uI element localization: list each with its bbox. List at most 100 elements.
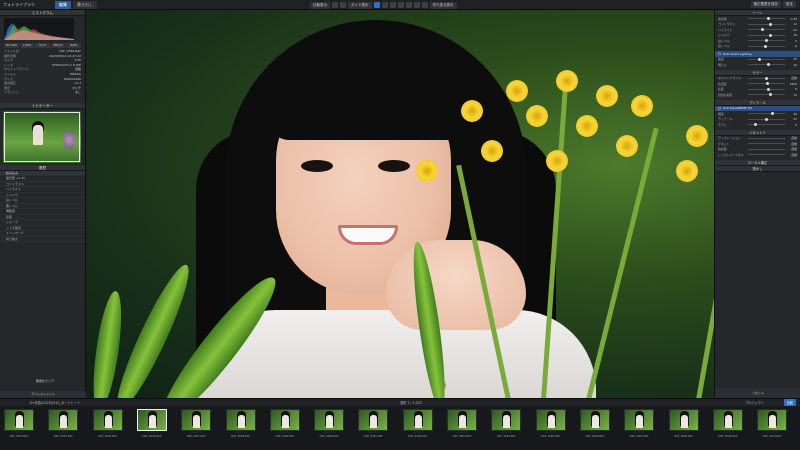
slider-track[interactable] [748,33,785,37]
filmstrip-thumbnail[interactable]: ☆☆☆☆☆ DSF_4555.RAF [92,409,123,443]
slider-handle[interactable] [766,63,770,67]
thumbnail-image[interactable] [48,409,79,431]
slider-value[interactable]: 自動 [787,147,797,151]
repair-tool-icon[interactable] [405,2,412,8]
main-photo-viewer[interactable] [86,10,714,398]
thumbnail-image[interactable] [579,409,610,431]
navigator-header[interactable]: ナビゲーター [0,102,85,109]
slider-value[interactable]: 14 [787,93,797,97]
filmstrip-thumbnail[interactable]: ☆☆☆☆☆ DSF_4566.RAF [579,409,610,443]
reset-button[interactable]: リセット [715,388,800,398]
slider-track[interactable] [748,28,785,32]
slider-handle[interactable] [765,76,768,80]
hand-tool-icon[interactable] [373,2,380,8]
thumbnail-image[interactable] [447,409,477,431]
filmstrip-thumbnail[interactable]: ☆☆☆☆☆ DSF_4559.RAF [269,409,300,443]
slider-value[interactable]: 5200 [787,82,797,86]
thumbnail-image[interactable] [92,409,123,431]
thumbnail-image[interactable] [757,409,788,431]
filmstrip-thumbnail[interactable]: ☆☆☆☆☆ DSF_4554.RAF [48,409,79,443]
crop-view-button[interactable]: 切り抜き表示 [429,1,457,9]
slider-handle[interactable] [765,117,768,121]
project-selector[interactable]: プロジェクト [745,400,764,405]
slider-value[interactable]: 0 [787,123,797,127]
tab-edit[interactable]: 編集 [55,0,71,9]
slider-handle[interactable] [760,28,764,32]
slider-handle[interactable] [766,17,770,21]
redeye-tool-icon[interactable] [397,2,404,8]
slider-track[interactable] [748,117,785,121]
slider-handle[interactable] [765,82,769,86]
slider-handle[interactable] [753,123,757,127]
denoise-checkbox[interactable] [718,106,721,110]
slider-track[interactable] [748,87,785,91]
thumbnail-image[interactable] [136,409,167,431]
clear-history-button[interactable]: 履歴をクリア [25,379,65,384]
adjustments-footer[interactable]: アジャストメント [0,391,86,398]
thumbnail-image[interactable] [624,409,655,431]
slider-value[interactable]: 10 [787,63,797,67]
slider-handle[interactable] [767,87,771,91]
slider-value[interactable]: 自動 [787,153,797,157]
filmstrip-thumbnail[interactable]: ☆☆☆☆☆ DSF_4563.RAF [447,409,477,443]
thumbnail-image[interactable] [181,409,212,431]
slider-value[interactable]: 0.30 [787,17,797,21]
thumbnail-image[interactable] [402,409,433,431]
thumbnail-image[interactable] [668,409,699,431]
filmstrip-thumbnail[interactable]: ☆☆☆☆☆ DSF_4569.RAF [712,409,743,443]
thumbnail-image[interactable] [712,409,743,431]
slider-value[interactable]: 40 [787,112,797,116]
slider-track[interactable] [748,82,785,86]
fit-icon[interactable] [332,2,338,8]
slider-value[interactable]: 8 [787,87,797,91]
slider-value[interactable]: 12 [787,22,797,26]
filmstrip-thumbnail[interactable]: ☆☆☆☆☆ DSF_4562.RAF [402,409,433,443]
slider-track[interactable] [748,63,785,67]
slider-value[interactable]: 自動 [787,76,797,80]
thumbnail-image[interactable] [269,409,300,431]
guide-view-button[interactable]: ガイド表示 [348,1,372,9]
filmstrip-thumbnail[interactable]: ☆☆☆☆☆ DSF_4561.RAF [358,409,389,443]
slider-handle[interactable] [768,93,772,97]
slider-track[interactable] [748,44,785,48]
local-adjust-icon[interactable] [413,2,420,8]
filmstrip-thumbnail[interactable]: ☆☆☆☆☆ DSF_4557.RAF [181,409,212,443]
slider-track[interactable] [748,76,785,80]
slider-track[interactable] [748,112,785,116]
slider-track[interactable] [748,17,785,21]
zoom-icon[interactable] [340,2,346,8]
slider-track[interactable] [748,22,785,26]
thumbnail-image[interactable] [225,409,256,431]
slider-value[interactable]: 0 [787,39,797,43]
navigator-preview[interactable] [3,110,81,163]
filmstrip-thumbnail[interactable]: ☆☆☆☆☆ DSF_4558.RAF [225,409,256,443]
slider-value[interactable]: 自動 [787,136,797,140]
slider-track[interactable] [748,93,785,97]
history-item[interactable]: 切り抜き [0,237,85,243]
slider-handle[interactable] [763,44,767,48]
thumbnail-image[interactable] [491,409,522,431]
slider-value[interactable]: -6 [787,44,797,48]
mask-tool-icon[interactable] [421,2,428,8]
slider-value[interactable]: 50 [787,117,797,121]
straighten-tool-icon[interactable] [389,2,396,8]
filmstrip-thumbnail[interactable]: ☆☆☆☆☆ DSF_4564.RAF [491,409,522,443]
slider-handle[interactable] [757,57,761,61]
navigator-viewport-frame[interactable] [4,111,80,162]
slider-track[interactable] [748,57,785,61]
tab-export[interactable]: 書き出し [73,0,97,9]
save-history-button[interactable]: 補正履歴を保存 [750,1,781,8]
filmstrip-thumbnail[interactable]: ☆☆☆☆☆ DSF_4568.RAF [668,409,699,443]
settings-button[interactable]: 設定 [783,1,796,8]
slider-value[interactable]: 25 [787,57,797,61]
slider-handle[interactable] [770,112,774,116]
filmstrip-thumbnail[interactable]: ☆☆☆☆☆ DSF_4556.RAF [136,409,167,443]
slider-track[interactable] [748,123,785,127]
slider-value[interactable]: 自動 [787,142,797,146]
smart-lighting-checkbox[interactable] [718,52,721,56]
slider-value[interactable]: 18 [787,33,797,37]
filmstrip-thumbnail[interactable]: ☆☆☆☆☆ DSF_4560.RAF [314,409,345,443]
filmstrip-thumbnail[interactable]: ☆☆☆☆☆ DSF_4570.RAF [757,409,788,443]
slider-handle[interactable] [765,39,768,43]
slider-track[interactable] [748,39,785,43]
